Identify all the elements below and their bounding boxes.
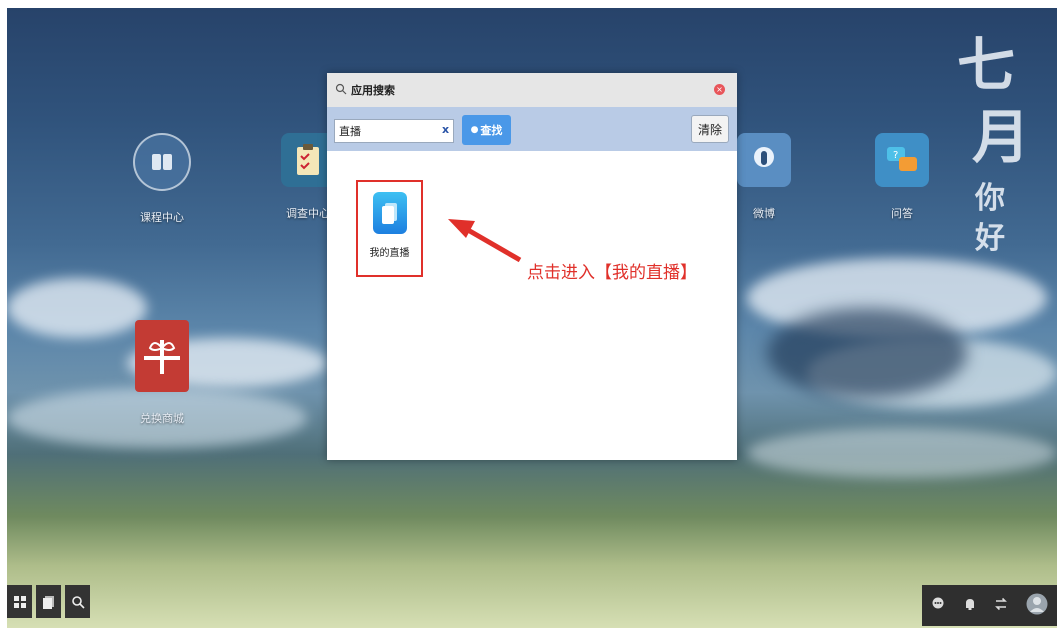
annotation-arrow xyxy=(448,219,522,263)
annotation-text: 点击进入【我的直播】 xyxy=(527,263,697,283)
